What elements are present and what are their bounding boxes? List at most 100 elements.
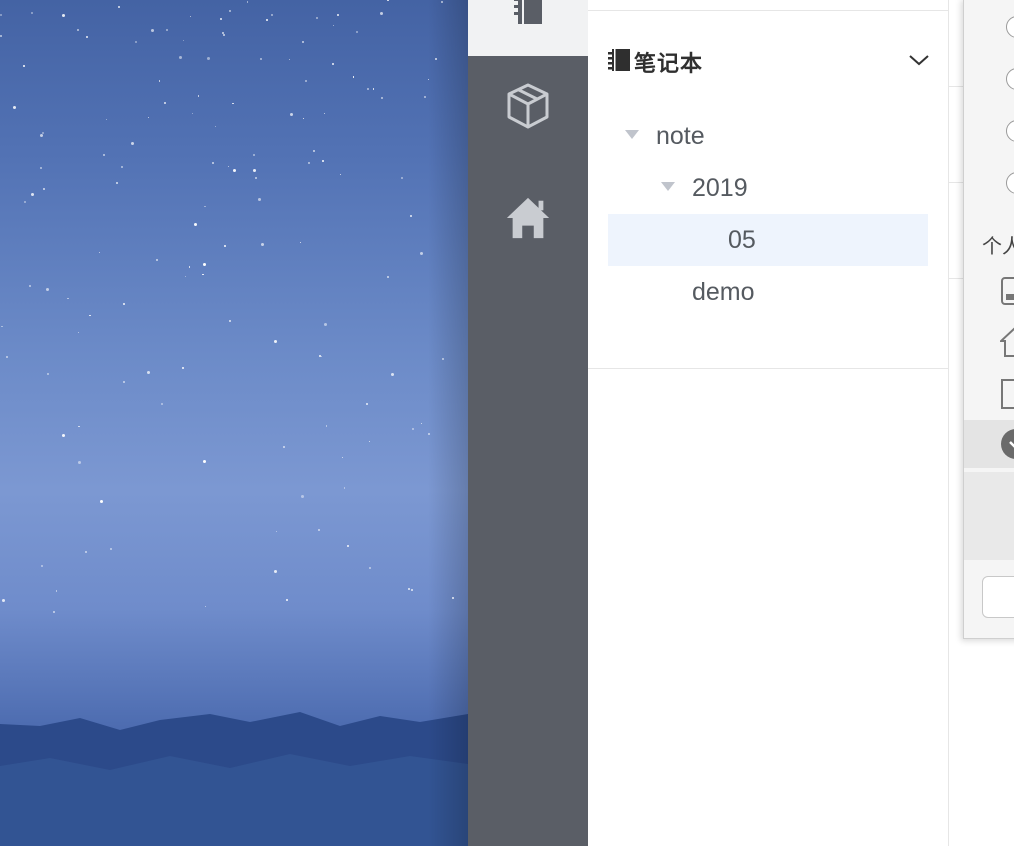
wallpaper-star	[305, 80, 308, 83]
wallpaper-star	[320, 356, 323, 358]
wallpaper-star	[372, 88, 374, 90]
wallpaper-star	[228, 165, 230, 168]
dialog-sidebar-item[interactable]	[964, 370, 1014, 418]
chevron-down-icon[interactable]	[908, 52, 930, 73]
wallpaper-star	[55, 590, 57, 592]
notebook-section-header[interactable]: 笔记本	[606, 42, 936, 82]
wallpaper-star	[434, 57, 437, 60]
wallpaper-star	[147, 370, 151, 374]
notebook-small-icon	[606, 47, 632, 78]
wallpaper-star	[164, 101, 167, 104]
wallpaper-star	[121, 166, 123, 168]
radio-button[interactable]	[1006, 172, 1014, 194]
dialog-button[interactable]	[982, 576, 1014, 618]
wallpaper-star	[99, 251, 101, 254]
wallpaper-star	[1, 326, 3, 328]
wallpaper-star	[151, 28, 155, 32]
wallpaper-star	[229, 320, 231, 322]
wallpaper-star	[31, 11, 34, 14]
wallpaper-star	[183, 39, 185, 41]
tree-item-demo[interactable]: demo	[608, 266, 928, 318]
wallpaper-star	[222, 31, 225, 34]
wallpaper-star	[252, 168, 256, 172]
wallpaper-star	[61, 433, 65, 437]
wallpaper-star	[324, 323, 328, 327]
wallpaper-star	[337, 14, 340, 17]
wallpaper-star	[158, 80, 161, 82]
wallpaper-star	[424, 95, 427, 98]
rail-item-notebook[interactable]	[468, 0, 588, 56]
home-icon[interactable]	[504, 194, 552, 242]
file-dialog: 个人	[963, 0, 1014, 639]
wallpaper-star	[366, 402, 369, 405]
wallpaper-star	[223, 34, 225, 37]
panel-divider	[588, 368, 948, 369]
wallpaper-star	[41, 564, 44, 567]
radio-button[interactable]	[1006, 120, 1014, 142]
wallpaper-star	[368, 441, 371, 443]
wallpaper-star	[197, 95, 200, 97]
wallpaper-star	[301, 495, 305, 499]
wallpaper-star	[339, 173, 342, 176]
wallpaper-star	[219, 17, 222, 20]
wallpaper-star	[232, 102, 234, 105]
tree-item-note[interactable]: note	[608, 110, 928, 162]
download-icon	[1001, 429, 1014, 459]
wallpaper-star	[77, 332, 79, 334]
tree-item-label: demo	[692, 277, 755, 306]
wallpaper-star	[369, 567, 372, 570]
wallpaper-star	[260, 57, 263, 60]
wallpaper-star	[420, 252, 424, 256]
dialog-sidebar-item[interactable]	[964, 420, 1014, 468]
wallpaper-star	[412, 427, 415, 430]
wallpaper-star	[85, 35, 88, 38]
wallpaper-star	[308, 162, 310, 164]
caret-down-icon[interactable]	[661, 182, 675, 191]
wallpaper-star	[254, 176, 257, 179]
wallpaper-star	[352, 76, 355, 78]
tree-item-05[interactable]: 05	[608, 214, 928, 266]
home-icon	[1000, 327, 1014, 357]
wallpaper-star	[401, 176, 404, 179]
wallpaper-star	[77, 460, 81, 464]
wallpaper-star	[323, 113, 326, 115]
panel-divider-top	[588, 10, 948, 11]
wallpaper-star	[381, 97, 383, 99]
wallpaper-star	[189, 16, 192, 18]
cube-icon[interactable]	[504, 82, 552, 130]
wallpaper-star	[161, 402, 164, 405]
wallpaper-star	[122, 380, 125, 383]
dialog-sidebar-item[interactable]	[964, 266, 1014, 314]
wallpaper-star	[67, 297, 69, 300]
wallpaper-star	[366, 88, 369, 91]
caret-down-icon[interactable]	[625, 130, 639, 139]
wallpaper-star	[286, 598, 289, 601]
wallpaper-star	[386, 276, 389, 278]
tree-item-2019[interactable]: 2019	[608, 162, 928, 214]
dialog-sidebar-item[interactable]	[964, 318, 1014, 366]
wallpaper-star	[41, 131, 44, 134]
wallpaper-star	[325, 425, 327, 427]
wallpaper-star	[165, 29, 168, 32]
radio-button[interactable]	[1006, 16, 1014, 38]
wallpaper-star	[229, 10, 231, 12]
radio-button[interactable]	[1006, 68, 1014, 90]
wallpaper-star	[302, 118, 305, 120]
wallpaper-star	[78, 425, 80, 428]
wallpaper-star	[40, 134, 44, 138]
wallpaper-star	[260, 242, 264, 246]
desktop-wallpaper	[0, 0, 468, 846]
wallpaper-star	[355, 30, 358, 33]
wallpaper-star	[84, 551, 87, 554]
wallpaper-star	[103, 154, 105, 156]
wallpaper-star	[191, 112, 194, 114]
wallpaper-star	[188, 266, 191, 268]
wallpaper-star	[313, 150, 315, 152]
wallpaper-star	[47, 373, 49, 375]
wallpaper-star	[77, 29, 79, 32]
wallpaper-star	[410, 588, 413, 591]
wallpaper-star	[346, 544, 349, 547]
wallpaper-star	[407, 587, 410, 590]
wallpaper-star	[28, 285, 31, 288]
wallpaper-star	[302, 41, 304, 43]
